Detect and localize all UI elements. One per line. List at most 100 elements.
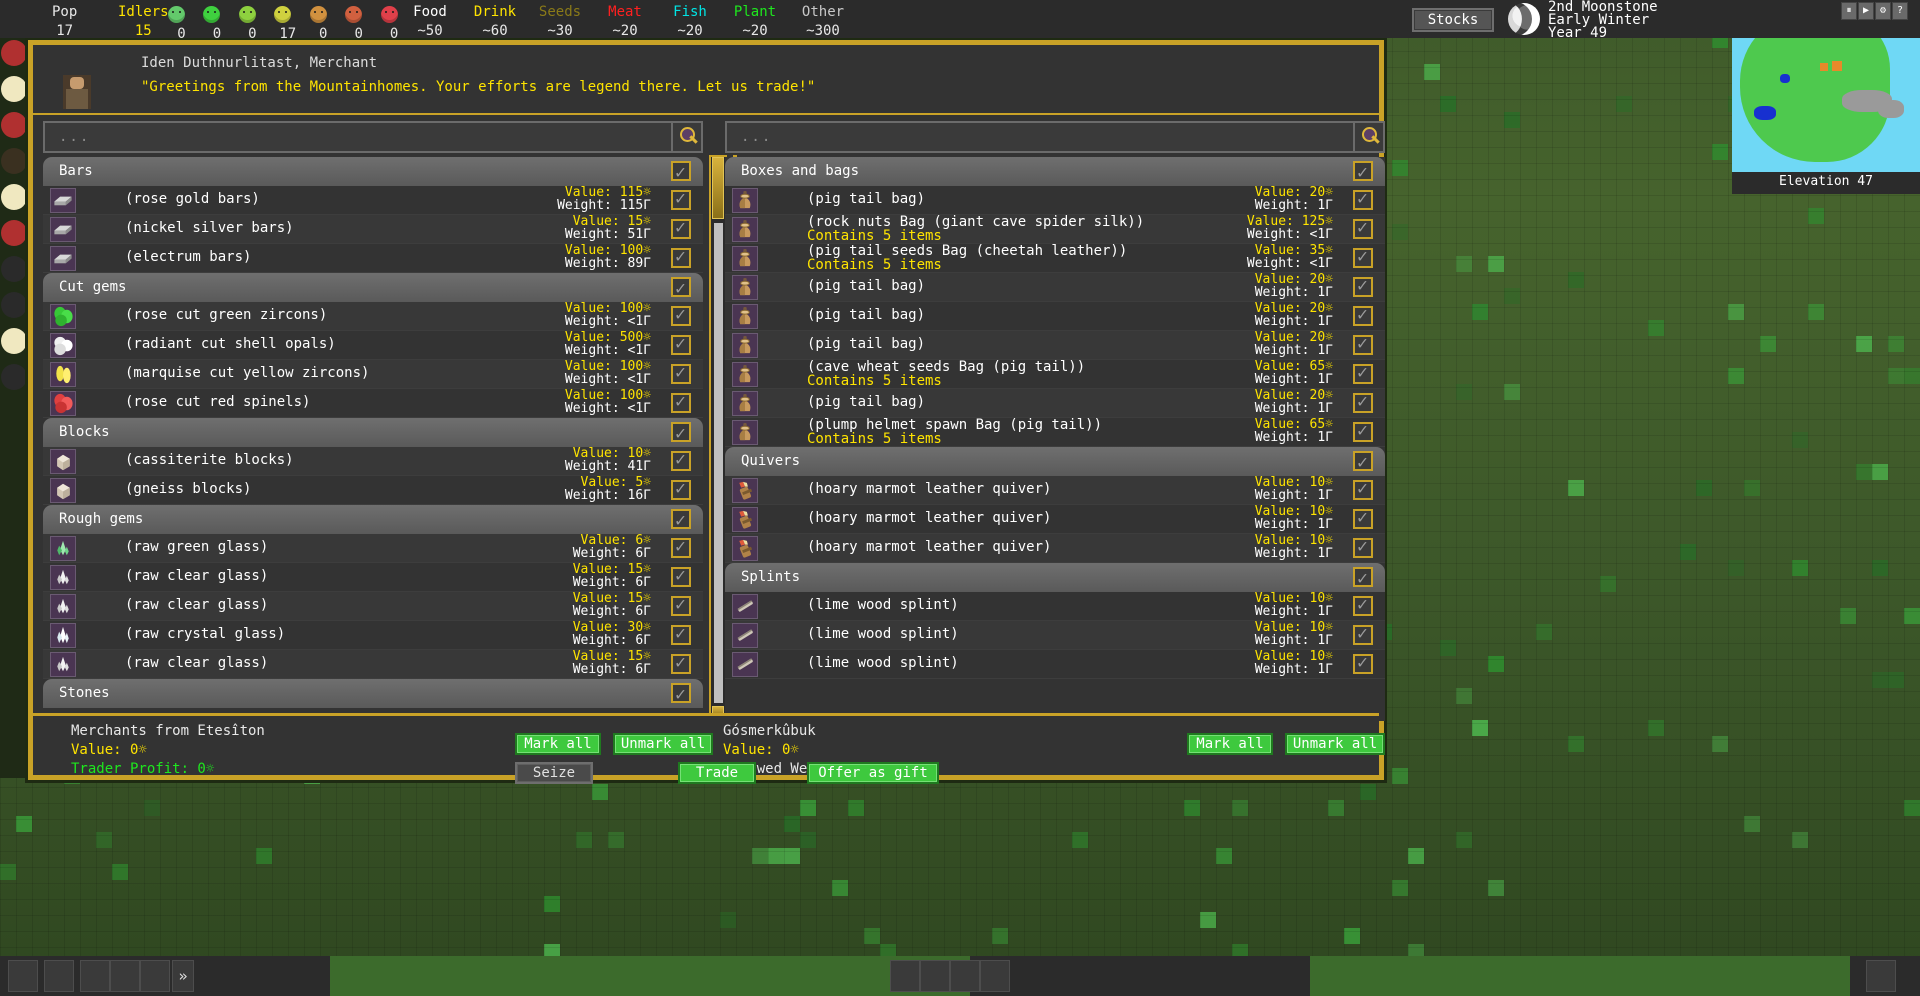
item-row[interactable]: (lime wood splint)Value: 10☼Weight: 1Γ [725, 621, 1385, 650]
taskbar-labor-icon[interactable] [140, 960, 170, 992]
item-checkbox[interactable] [671, 248, 691, 268]
pause-icon[interactable]: ⏸ [1841, 2, 1857, 20]
group-header[interactable]: Blocks [43, 418, 703, 447]
taskbar-stockpile-icon[interactable] [980, 960, 1010, 992]
item-row[interactable]: (raw green glass)Value: 6☼Weight: 6Γ [43, 534, 703, 563]
item-row[interactable]: (hoary marmot leather quiver)Value: 10☼W… [725, 505, 1385, 534]
taskbar-more-icon[interactable]: » [172, 960, 194, 992]
fortress-search-input[interactable]: ... [727, 129, 1353, 145]
group-checkbox[interactable] [671, 422, 691, 442]
item-checkbox[interactable] [1353, 596, 1373, 616]
item-checkbox[interactable] [1353, 654, 1373, 674]
offer-as-gift-button[interactable]: Offer as gift [807, 762, 939, 784]
rail-icon-light[interactable] [1, 328, 27, 354]
item-checkbox[interactable] [671, 306, 691, 326]
item-checkbox[interactable] [1353, 190, 1373, 210]
item-row[interactable]: (pig tail bag)Value: 20☼Weight: 1Γ [725, 186, 1385, 215]
item-row[interactable]: (raw clear glass)Value: 15☼Weight: 6Γ [43, 650, 703, 679]
left-tool-rail[interactable] [0, 38, 28, 778]
group-checkbox[interactable] [1353, 567, 1373, 587]
item-checkbox[interactable] [671, 625, 691, 645]
group-checkbox[interactable] [1353, 161, 1373, 181]
unmark-all-left-button[interactable]: Unmark all [613, 733, 713, 755]
search-icon[interactable] [671, 123, 701, 151]
rail-icon-dark[interactable] [1, 292, 27, 318]
rail-icon-dark[interactable] [1, 256, 27, 282]
item-row[interactable]: (rock nuts Bag (giant cave spider silk))… [725, 215, 1385, 244]
item-checkbox[interactable] [1353, 364, 1373, 384]
rail-icon-dark[interactable] [1, 364, 27, 390]
item-checkbox[interactable] [671, 654, 691, 674]
item-row[interactable]: (pig tail bag)Value: 20☼Weight: 1Γ [725, 302, 1385, 331]
taskbar-clock-icon[interactable] [1866, 960, 1896, 992]
item-row[interactable]: (pig tail bag)Value: 20☼Weight: 1Γ [725, 273, 1385, 302]
item-row[interactable]: (gneiss blocks)Value: 5☼Weight: 16Γ [43, 476, 703, 505]
item-checkbox[interactable] [1353, 480, 1373, 500]
item-row[interactable]: (electrum bars)Value: 100☼Weight: 89Γ [43, 244, 703, 273]
taskbar-window-preview[interactable] [1310, 956, 1850, 996]
item-row[interactable]: (pig tail bag)Value: 20☼Weight: 1Γ [725, 389, 1385, 418]
group-header[interactable]: Boxes and bags [725, 157, 1385, 186]
item-row[interactable]: (cassiterite blocks)Value: 10☼Weight: 41… [43, 447, 703, 476]
item-row[interactable]: (radiant cut shell opals)Value: 500☼Weig… [43, 331, 703, 360]
group-header[interactable]: Rough gems [43, 505, 703, 534]
item-row[interactable]: (rose cut red spinels)Value: 100☼Weight:… [43, 389, 703, 418]
rail-icon-light[interactable] [1, 184, 27, 210]
item-checkbox[interactable] [671, 190, 691, 210]
item-row[interactable]: (cave wheat seeds Bag (pig tail))Contain… [725, 360, 1385, 389]
rail-icon-forbid[interactable] [1, 40, 27, 66]
item-row[interactable]: (rose gold bars)Value: 115☼Weight: 115Γ [43, 186, 703, 215]
merchant-search-bar[interactable]: ... [43, 121, 703, 153]
trade-button[interactable]: Trade [678, 762, 756, 784]
group-header[interactable]: Bars [43, 157, 703, 186]
merchant-goods-list[interactable]: Bars(rose gold bars)Value: 115☼Weight: 1… [43, 157, 703, 721]
mark-all-right-button[interactable]: Mark all [1187, 733, 1273, 755]
item-checkbox[interactable] [1353, 306, 1373, 326]
taskbar-window-preview[interactable] [330, 956, 970, 996]
group-header[interactable]: Stones [43, 679, 703, 708]
search-icon[interactable] [1353, 123, 1383, 151]
gear-icon[interactable]: ⚙ [1875, 2, 1891, 20]
rail-icon-light[interactable] [1, 76, 27, 102]
item-checkbox[interactable] [1353, 422, 1373, 442]
play-icon[interactable]: ▶ [1858, 2, 1874, 20]
taskbar-notes-icon[interactable] [110, 960, 140, 992]
item-row[interactable]: (lime wood splint)Value: 10☼Weight: 1Γ [725, 592, 1385, 621]
group-header[interactable]: Cut gems [43, 273, 703, 302]
item-checkbox[interactable] [671, 219, 691, 239]
item-checkbox[interactable] [671, 480, 691, 500]
group-header[interactable]: Quivers [725, 447, 1385, 476]
item-row[interactable]: (plump helmet spawn Bag (pig tail))Conta… [725, 418, 1385, 447]
rail-icon-forbid[interactable] [1, 220, 27, 246]
mark-all-left-button[interactable]: Mark all [515, 733, 601, 755]
item-checkbox[interactable] [1353, 393, 1373, 413]
item-row[interactable]: (marquise cut yellow zircons)Value: 100☼… [43, 360, 703, 389]
rail-icon-dark[interactable] [1, 148, 27, 174]
item-row[interactable]: (raw clear glass)Value: 15☼Weight: 6Γ [43, 563, 703, 592]
item-checkbox[interactable] [671, 596, 691, 616]
stocks-button[interactable]: Stocks [1412, 8, 1494, 32]
item-checkbox[interactable] [671, 364, 691, 384]
unmark-all-right-button[interactable]: Unmark all [1285, 733, 1385, 755]
item-row[interactable]: (lime wood splint)Value: 10☼Weight: 1Γ [725, 650, 1385, 679]
taskbar-animal-icon[interactable] [44, 960, 74, 992]
item-checkbox[interactable] [671, 567, 691, 587]
item-row[interactable]: (raw clear glass)Value: 15☼Weight: 6Γ [43, 592, 703, 621]
item-row[interactable]: (rose cut green zircons)Value: 100☼Weigh… [43, 302, 703, 331]
rail-icon-forbid[interactable] [1, 112, 27, 138]
item-checkbox[interactable] [1353, 625, 1373, 645]
group-checkbox[interactable] [671, 277, 691, 297]
taskbar-wheelbarrow-icon[interactable] [80, 960, 110, 992]
scrollbar-track[interactable] [714, 223, 723, 703]
group-checkbox[interactable] [671, 509, 691, 529]
taskbar-furniture-icon[interactable] [920, 960, 950, 992]
item-checkbox[interactable] [671, 393, 691, 413]
help-icon[interactable]: ? [1892, 2, 1908, 20]
scrollbar-thumb[interactable] [712, 157, 724, 219]
item-checkbox[interactable] [1353, 219, 1373, 239]
group-checkbox[interactable] [1353, 451, 1373, 471]
item-checkbox[interactable] [671, 538, 691, 558]
item-row[interactable]: (pig tail seeds Bag (cheetah leather))Co… [725, 244, 1385, 273]
item-row[interactable]: (pig tail bag)Value: 20☼Weight: 1Γ [725, 331, 1385, 360]
item-checkbox[interactable] [1353, 335, 1373, 355]
